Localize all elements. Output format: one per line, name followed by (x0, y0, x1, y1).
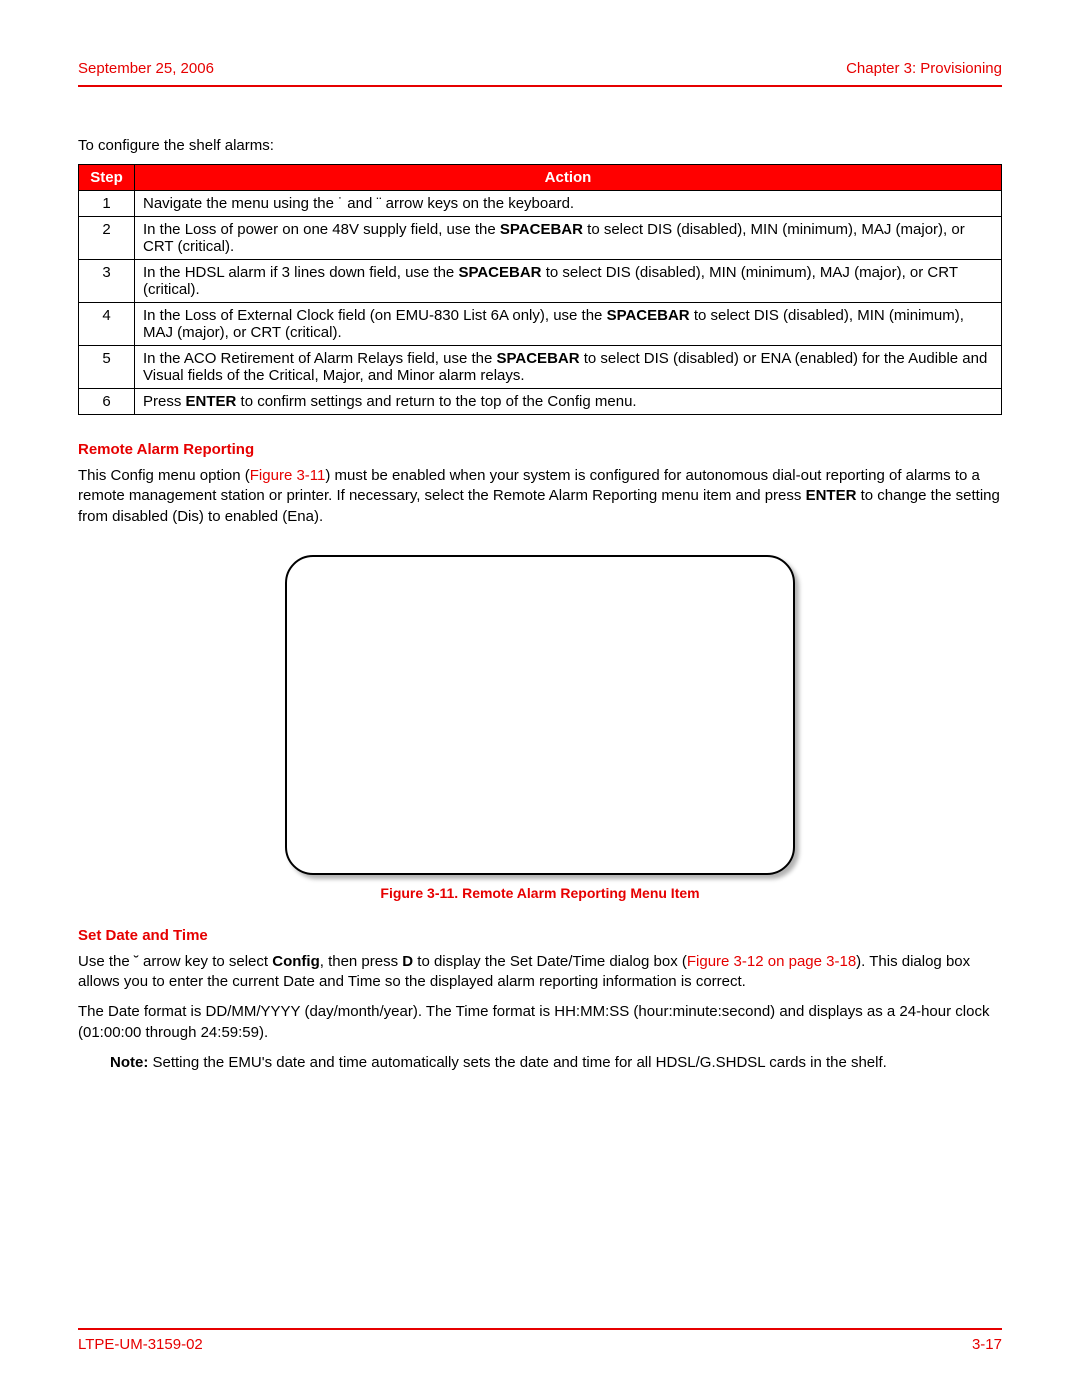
text-run: In the HDSL alarm if 3 lines down field,… (143, 264, 458, 281)
bold-text: Note: (110, 1054, 148, 1071)
text-run: to confirm settings and return to the to… (236, 393, 636, 410)
intro-text: To configure the shelf alarms: (78, 137, 1002, 154)
text-run: This Config menu option ( (78, 467, 250, 484)
table-row: 5 In the ACO Retirement of Alarm Relays f… (79, 346, 1002, 389)
figure-3-11-caption: Figure 3-11. Remote Alarm Reporting Menu… (78, 885, 1002, 901)
page-header: September 25, 2006 Chapter 3: Provisioni… (78, 60, 1002, 85)
step-number: 5 (79, 346, 135, 389)
bold-text: SPACEBAR (458, 264, 541, 281)
table-row: 3 In the HDSL alarm if 3 lines down field… (79, 260, 1002, 303)
bold-text: SPACEBAR (607, 307, 690, 324)
bold-text: D (402, 953, 413, 970)
step-number: 3 (79, 260, 135, 303)
col-action-header: Action (135, 165, 1002, 191)
set-date-paragraph-2: The Date format is DD/MM/YYYY (day/month… (78, 1002, 1002, 1043)
step-number: 4 (79, 303, 135, 346)
text-run: Navigate the menu using the ˙ and ¨ arro… (143, 195, 574, 212)
text-run: In the Loss of power on one 48V supply f… (143, 221, 500, 238)
remote-alarm-title: Remote Alarm Reporting (78, 441, 1002, 458)
step-number: 6 (79, 389, 135, 415)
bold-text: ENTER (806, 487, 857, 504)
bold-text: SPACEBAR (500, 221, 583, 238)
step-number: 1 (79, 191, 135, 217)
step-action: In the Loss of power on one 48V supply f… (135, 217, 1002, 260)
bold-text: SPACEBAR (497, 350, 580, 367)
set-date-title: Set Date and Time (78, 927, 1002, 944)
text-run: In the Loss of External Clock field (on … (143, 307, 607, 324)
steps-table: Step Action 1 Navigate the menu using the… (78, 164, 1002, 415)
col-step-header: Step (79, 165, 135, 191)
table-row: 4 In the Loss of External Clock field (on… (79, 303, 1002, 346)
header-date: September 25, 2006 (78, 60, 214, 77)
header-chapter: Chapter 3: Provisioning (846, 60, 1002, 77)
remote-alarm-paragraph: This Config menu option (Figure 3-11) mu… (78, 466, 1002, 527)
note-block: Note: Setting the EMU's date and time au… (110, 1053, 1002, 1073)
step-action: Navigate the menu using the ˙ and ¨ arro… (135, 191, 1002, 217)
table-row: 1 Navigate the menu using the ˙ and ¨ arr… (79, 191, 1002, 217)
page-footer: LTPE-UM-3159-02 3-17 (78, 1328, 1002, 1353)
footer-doc-id: LTPE-UM-3159-02 (78, 1336, 203, 1353)
text-run: Setting the EMU's date and time automati… (148, 1054, 887, 1071)
step-action: In the ACO Retirement of Alarm Relays fi… (135, 346, 1002, 389)
header-rule (78, 85, 1002, 87)
figure-reference: Figure 3-12 on page 3-18 (687, 953, 856, 970)
step-number: 2 (79, 217, 135, 260)
footer-page-number: 3-17 (972, 1336, 1002, 1353)
bold-text: Config (272, 953, 319, 970)
text-run: Use the ˘ arrow key to select (78, 953, 272, 970)
figure-reference: Figure 3-11 (250, 467, 326, 484)
set-date-paragraph-1: Use the ˘ arrow key to select Config, th… (78, 952, 1002, 993)
table-row: 6Press ENTER to confirm settings and ret… (79, 389, 1002, 415)
step-action: In the HDSL alarm if 3 lines down field,… (135, 260, 1002, 303)
bold-text: ENTER (186, 393, 237, 410)
text-run: to display the Set Date/Time dialog box … (413, 953, 687, 970)
text-run: , then press (320, 953, 403, 970)
figure-3-11-box (285, 555, 795, 875)
text-run: Press (143, 393, 186, 410)
text-run: In the ACO Retirement of Alarm Relays fi… (143, 350, 497, 367)
table-row: 2 In the Loss of power on one 48V supply … (79, 217, 1002, 260)
figure-container (78, 555, 1002, 875)
step-action: Press ENTER to confirm settings and retu… (135, 389, 1002, 415)
footer-rule (78, 1328, 1002, 1330)
step-action: In the Loss of External Clock field (on … (135, 303, 1002, 346)
